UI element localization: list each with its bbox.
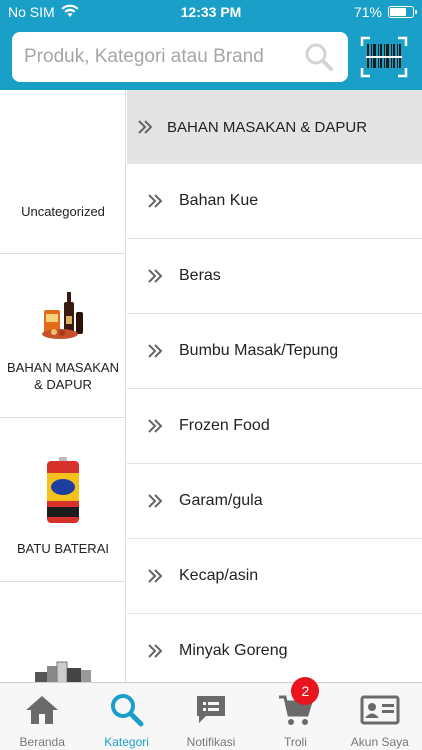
tab-akun-saya[interactable]: Akun Saya (338, 683, 422, 750)
status-bar: No SIM 12:33 PM 71% (0, 0, 422, 24)
home-icon (22, 691, 62, 729)
tab-label: Akun Saya (350, 735, 409, 749)
bottom-tab-bar: Beranda Kategori Notifikasi 2 Troli Akun… (0, 677, 422, 750)
sidebar-item-label: Uncategorized (21, 204, 105, 219)
search-icon[interactable] (302, 40, 336, 74)
battery-percent: 71% (353, 4, 382, 20)
chat-icon (191, 691, 231, 729)
double-chevron-right-icon (148, 269, 163, 283)
subcategory-label: Bumbu Masak/Tepung (179, 342, 339, 359)
subcategory-label: Frozen Food (179, 417, 270, 434)
subcategory-list: BAHAN MASAKAN & DAPUR Bahan Kue Beras Bu… (127, 90, 422, 682)
tab-notifikasi[interactable]: Notifikasi (169, 683, 253, 750)
tab-beranda[interactable]: Beranda (0, 683, 84, 750)
sidebar-item-batu-baterai[interactable]: BATU BATERAI (0, 418, 125, 582)
double-chevron-right-icon (148, 344, 163, 358)
subcategory-item[interactable]: Bumbu Masak/Tepung (127, 314, 422, 389)
carrier-label: No SIM (8, 4, 55, 20)
selected-category-header[interactable]: BAHAN MASAKAN & DAPUR (127, 90, 422, 164)
double-chevron-right-icon (148, 194, 163, 208)
battery-product-image (33, 456, 93, 526)
selected-category-title: BAHAN MASAKAN & DAPUR (167, 118, 368, 136)
tab-label: Troli (283, 735, 307, 749)
subcategory-item[interactable]: Minyak Goreng (127, 614, 422, 682)
sidebar-item-elektronik[interactable] (0, 582, 125, 682)
subcategory-item[interactable]: Kecap/asin (127, 539, 422, 614)
sidebar-item-bahan-masakan[interactable]: BAHAN MASAKAN & DAPUR (0, 254, 125, 418)
tab-label: Kategori (104, 735, 149, 749)
tab-label: Beranda (19, 735, 65, 749)
id-card-icon (360, 691, 400, 729)
sidebar-item-uncategorized[interactable]: Uncategorized (0, 90, 125, 254)
tab-troli[interactable]: 2 Troli (253, 677, 337, 750)
tab-kategori[interactable]: Kategori (84, 683, 168, 750)
subcategory-label: Beras (179, 267, 221, 284)
battery-icon (388, 6, 417, 18)
subcategory-label: Kecap/asin (179, 567, 259, 584)
subcategory-label: Minyak Goreng (179, 642, 288, 659)
subcategory-label: Garam/gula (179, 492, 263, 509)
double-chevron-right-icon (148, 569, 163, 583)
subcategory-item[interactable]: Frozen Food (127, 389, 422, 464)
subcategory-item[interactable]: Bahan Kue (127, 164, 422, 239)
search-header (0, 24, 422, 90)
double-chevron-right-icon (148, 494, 163, 508)
sidebar-item-label: BAHAN MASAKAN & DAPUR (7, 360, 119, 392)
cooking-ingredients-image (33, 275, 93, 345)
category-sidebar: Uncategorized BAHAN MASAKAN & DAPUR BATU… (0, 90, 126, 682)
appliances-product-image (33, 638, 93, 682)
subcategory-item[interactable]: Garam/gula (127, 464, 422, 539)
barcode-scan-button[interactable] (360, 36, 408, 78)
wifi-icon (61, 4, 79, 21)
search-icon (107, 691, 147, 729)
subcategory-item[interactable]: Beras (127, 239, 422, 314)
sidebar-item-label: BATU BATERAI (17, 541, 109, 556)
double-chevron-right-icon (148, 644, 163, 658)
subcategory-label: Bahan Kue (179, 192, 259, 209)
tab-label: Notifikasi (186, 735, 236, 749)
search-input[interactable] (24, 46, 302, 68)
double-chevron-right-icon (148, 419, 163, 433)
double-chevron-right-icon (138, 120, 153, 134)
search-box[interactable] (12, 32, 348, 82)
barcode-icon (360, 36, 408, 78)
